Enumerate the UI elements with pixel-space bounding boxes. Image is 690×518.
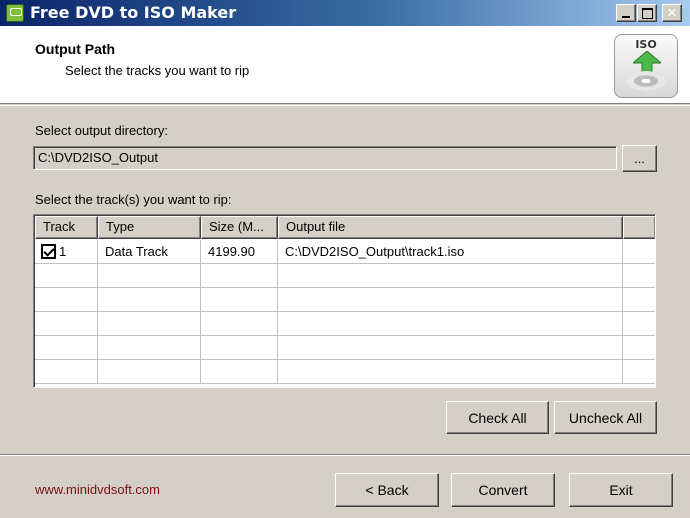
- empty-row: [35, 288, 655, 312]
- output-file-cell: C:\DVD2ISO_Output\track1.iso: [278, 240, 623, 264]
- maximize-button[interactable]: [637, 4, 657, 22]
- track-cell: 1: [35, 240, 98, 264]
- empty-row: [35, 360, 655, 384]
- header-divider: [0, 105, 690, 106]
- close-button[interactable]: ✕: [662, 4, 682, 22]
- column-header-type[interactable]: Type: [98, 216, 201, 239]
- maximize-icon: [641, 7, 653, 19]
- page-title: Output Path: [35, 41, 116, 57]
- type-cell: Data Track: [98, 240, 201, 264]
- browse-button[interactable]: ...: [622, 145, 657, 172]
- empty-row: [35, 312, 655, 336]
- empty-row: [35, 264, 655, 288]
- track-number: 1: [59, 244, 67, 259]
- output-directory-label: Select output directory:: [35, 123, 168, 138]
- convert-button[interactable]: Convert: [451, 473, 555, 507]
- website-link[interactable]: www.minidvdsoft.com: [35, 482, 160, 497]
- app-icon: [6, 4, 24, 22]
- uncheck-all-button[interactable]: Uncheck All: [554, 401, 657, 434]
- back-button[interactable]: < Back: [335, 473, 439, 507]
- table-row[interactable]: 1 Data Track 4199.90 C:\DVD2ISO_Output\t…: [35, 240, 655, 264]
- footer-divider: [0, 454, 690, 456]
- filler-cell: [623, 240, 655, 264]
- minimize-icon: [622, 16, 630, 18]
- size-cell: 4199.90: [201, 240, 278, 264]
- minimize-button[interactable]: [616, 4, 636, 22]
- column-header-output-file[interactable]: Output file: [278, 216, 623, 239]
- exit-button[interactable]: Exit: [569, 473, 673, 507]
- check-all-button[interactable]: Check All: [446, 401, 549, 434]
- window-title: Free DVD to ISO Maker: [30, 3, 237, 22]
- tracks-list-header: Track Type Size (M... Output file: [35, 216, 655, 239]
- column-header-filler: [623, 216, 655, 239]
- output-directory-field[interactable]: C:\DVD2ISO_Output: [33, 146, 617, 170]
- column-header-track[interactable]: Track: [35, 216, 98, 239]
- disc-icon: [625, 71, 667, 91]
- empty-row: [35, 336, 655, 360]
- close-icon: ✕: [666, 5, 678, 21]
- column-header-size[interactable]: Size (M...: [201, 216, 278, 239]
- logo-text: ISO: [635, 38, 657, 51]
- page-subtitle: Select the tracks you want to rip: [65, 63, 250, 78]
- tracks-list[interactable]: Track Type Size (M... Output file 1 Data…: [33, 214, 656, 388]
- title-bar[interactable]: Free DVD to ISO Maker ✕: [0, 0, 690, 26]
- checkbox-checked-icon[interactable]: [41, 244, 56, 259]
- iso-disc-logo-icon: ISO: [614, 34, 678, 98]
- tracks-label: Select the track(s) you want to rip:: [35, 192, 232, 207]
